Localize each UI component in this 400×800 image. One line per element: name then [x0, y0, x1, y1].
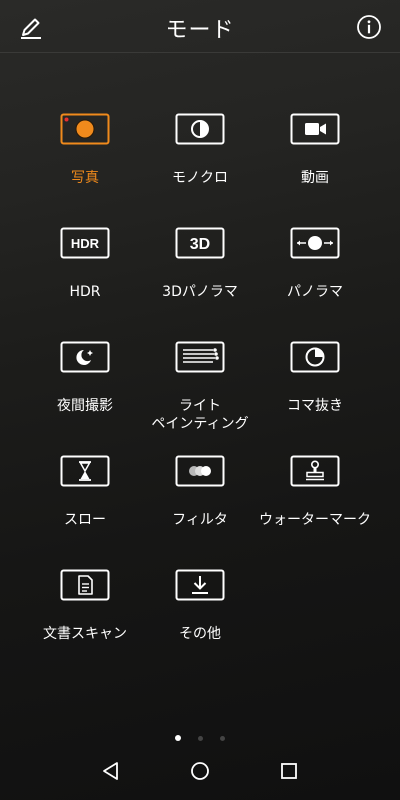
mode-label: フィルタ: [172, 512, 228, 528]
mode-video[interactable]: 動画: [250, 105, 380, 205]
mode-label: 3Dパノラマ: [162, 284, 238, 300]
stamp-icon: [290, 455, 340, 487]
time-lapse-icon: [290, 341, 340, 373]
info-icon[interactable]: [356, 14, 382, 40]
home-circle-icon[interactable]: [185, 756, 215, 786]
header-bar: モード: [0, 0, 400, 52]
mode-label: パノラマ: [287, 284, 343, 300]
mode-filter[interactable]: フィルタ: [135, 447, 265, 547]
page-dot-active[interactable]: [174, 735, 181, 741]
navigation-bar: [0, 744, 400, 800]
document-icon: [60, 569, 110, 601]
download-icon: [175, 569, 225, 601]
video-camera-icon: [290, 113, 340, 145]
mode-label: 写真: [71, 170, 99, 186]
mode-label: ウォーターマーク: [259, 512, 371, 528]
hourglass-icon: [60, 455, 110, 487]
page-dot[interactable]: [198, 736, 203, 741]
panorama-icon: [290, 227, 340, 259]
back-triangle-icon[interactable]: [96, 756, 126, 786]
mode-label: その他: [179, 626, 221, 642]
mode-slow[interactable]: スロー: [20, 447, 150, 547]
hdr-icon-text: HDR: [71, 236, 100, 251]
recent-apps-square-icon[interactable]: [274, 756, 304, 786]
mode-monochrome[interactable]: モノクロ: [135, 105, 265, 205]
mode-hdr[interactable]: HDR HDR: [20, 219, 150, 319]
page-indicator: [0, 726, 400, 745]
light-painting-icon: [175, 341, 225, 373]
mode-label: 動画: [301, 170, 329, 186]
mode-time-lapse[interactable]: コマ抜き: [250, 333, 380, 433]
camera-photo-icon: [60, 113, 110, 145]
3d-panorama-icon: 3D: [175, 227, 225, 259]
mode-label: ライト ペインティング: [151, 398, 249, 432]
mode-label: モノクロ: [172, 170, 228, 186]
mode-label: 文書スキャン: [43, 626, 127, 642]
3d-icon-text: 3D: [190, 236, 210, 253]
mode-label: 夜間撮影: [57, 398, 113, 414]
header-divider: [0, 52, 400, 53]
mode-label: コマ抜き: [287, 398, 343, 414]
hdr-icon: HDR: [60, 227, 110, 259]
mode-night[interactable]: 夜間撮影: [20, 333, 150, 433]
mode-photo[interactable]: 写真: [20, 105, 150, 205]
mode-panorama[interactable]: パノラマ: [250, 219, 380, 319]
page-dot[interactable]: [220, 736, 226, 741]
night-moon-icon: [60, 341, 110, 373]
filter-icon: [175, 455, 225, 487]
mode-more[interactable]: その他: [135, 561, 265, 661]
mode-3d-panorama[interactable]: 3D 3Dパノラマ: [135, 219, 265, 319]
mode-watermark[interactable]: ウォーターマーク: [250, 447, 380, 547]
mode-document-scan[interactable]: 文書スキャン: [20, 561, 150, 661]
mode-light-painting[interactable]: ライト ペインティング: [135, 333, 265, 433]
page-title: モード: [165, 18, 235, 43]
mode-label: HDR: [69, 284, 101, 300]
mode-label: スロー: [64, 512, 106, 528]
monochrome-icon: [175, 113, 225, 145]
